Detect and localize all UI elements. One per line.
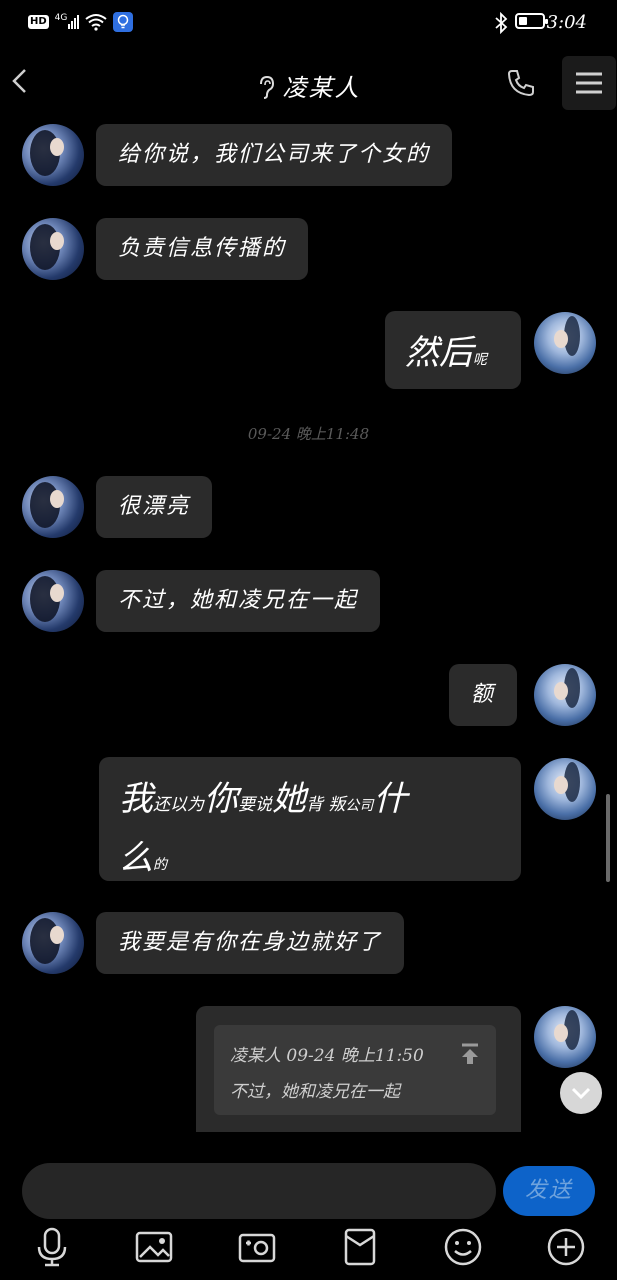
clock: 3:04 bbox=[546, 12, 587, 33]
image-icon[interactable] bbox=[132, 1225, 176, 1269]
contact-avatar[interactable] bbox=[22, 476, 84, 538]
message-bubble-incoming[interactable]: 很漂亮 bbox=[96, 476, 213, 538]
message-bubble-outgoing[interactable]: 然后呢 bbox=[385, 311, 521, 389]
plus-icon[interactable] bbox=[544, 1225, 588, 1269]
menu-button[interactable] bbox=[562, 56, 616, 110]
phone-call-icon[interactable] bbox=[506, 68, 536, 98]
contact-avatar[interactable] bbox=[22, 570, 84, 632]
red-packet-icon[interactable] bbox=[338, 1225, 382, 1269]
contact-avatar[interactable] bbox=[22, 218, 84, 280]
wifi-icon bbox=[85, 14, 107, 31]
contact-avatar[interactable] bbox=[22, 124, 84, 186]
message-text: 我还以为你要说她背 叛公司什 么的 bbox=[119, 779, 408, 878]
input-toolbar bbox=[0, 1225, 617, 1280]
message-bubble-incoming[interactable]: 我要是有你在身边就好了 bbox=[96, 912, 405, 974]
bluetooth-icon bbox=[495, 12, 508, 34]
message-input[interactable] bbox=[22, 1163, 496, 1219]
my-avatar[interactable] bbox=[534, 664, 596, 726]
chat-header: 凌某人 bbox=[0, 46, 617, 122]
message-text: 然后呢 bbox=[405, 333, 487, 373]
emoji-icon[interactable] bbox=[441, 1225, 485, 1269]
signal-icon: 4G bbox=[55, 13, 80, 29]
hamburger-menu-icon bbox=[576, 72, 602, 94]
send-button[interactable]: 发送 bbox=[503, 1166, 595, 1216]
battery-icon bbox=[515, 13, 548, 29]
contact-name: 凌某人 bbox=[282, 74, 361, 102]
message-bubble-incoming[interactable]: 不过，她和凌兄在一起 bbox=[96, 570, 381, 632]
quoted-message[interactable]: 凌某人 09-24 晚上11:50 不过，她和凌兄在一起 bbox=[214, 1025, 496, 1115]
my-avatar[interactable] bbox=[534, 758, 596, 820]
camera-icon[interactable] bbox=[235, 1225, 279, 1269]
hd-icon: HD bbox=[28, 15, 49, 29]
contact-avatar[interactable] bbox=[22, 912, 84, 974]
message-bubble-outgoing[interactable]: 我还以为你要说她背 叛公司什 么的 bbox=[99, 757, 521, 881]
bulb-notification-icon bbox=[113, 12, 134, 32]
message-bubble-outgoing[interactable]: 额 bbox=[449, 664, 518, 726]
chevron-down-icon bbox=[571, 1087, 591, 1100]
my-avatar[interactable] bbox=[534, 312, 596, 374]
quote-body: 不过，她和凌兄在一起 bbox=[230, 1082, 400, 1102]
quote-header: 凌某人 09-24 晚上11:50 bbox=[230, 1046, 424, 1066]
scrollbar[interactable] bbox=[606, 794, 610, 882]
microphone-icon[interactable] bbox=[30, 1225, 74, 1269]
my-avatar[interactable] bbox=[534, 1006, 596, 1068]
scroll-to-bottom-button[interactable] bbox=[560, 1072, 602, 1114]
status-bar: HD 4G 3:04 bbox=[0, 0, 617, 46]
earpiece-mode-icon bbox=[259, 75, 274, 99]
message-bubble-incoming[interactable]: 给你说，我们公司来了个女的 bbox=[96, 124, 453, 186]
message-timestamp: 09-24 晚上11:48 bbox=[247, 425, 370, 443]
jump-to-original-icon[interactable] bbox=[460, 1043, 480, 1065]
message-bubble-incoming[interactable]: 负责信息传播的 bbox=[96, 218, 309, 280]
